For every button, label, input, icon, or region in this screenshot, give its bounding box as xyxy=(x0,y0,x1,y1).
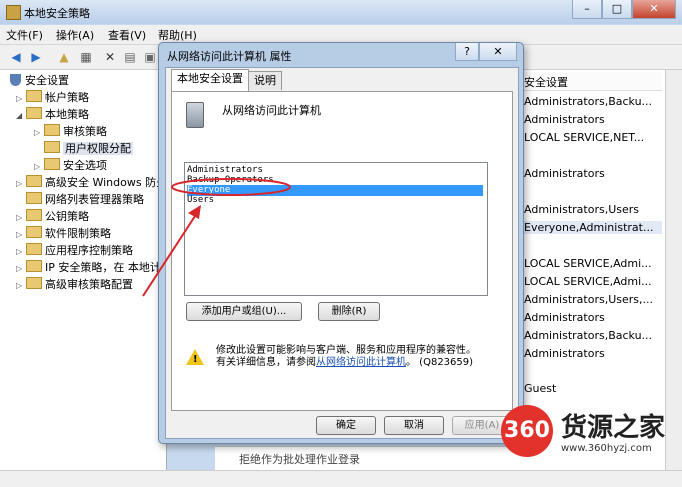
folder-icon xyxy=(26,90,42,102)
back-icon[interactable]: ◀ xyxy=(8,49,24,65)
table-row[interactable]: Guest xyxy=(524,382,556,395)
table-row[interactable]: Administrators xyxy=(524,347,605,360)
warning-text: 修改此设置可能影响与客户端、服务和应用程序的兼容性。 有关详细信息，请参阅从网络… xyxy=(216,345,476,368)
table-row[interactable]: Administrators,Users xyxy=(524,203,639,216)
dialog-title: 从网络访问此计算机 属性 xyxy=(167,50,292,63)
tree-item[interactable]: ▷ 审核策略 xyxy=(34,123,107,140)
folder-icon xyxy=(44,158,60,170)
title-bar: 本地安全策略 – □ ✕ xyxy=(0,0,682,24)
properties-dialog: 从网络访问此计算机 属性 ? ✕ 本地安全设置 说明 从网络访问此计算机 Adm… xyxy=(158,42,524,444)
menu-file[interactable]: 文件(F) xyxy=(6,27,43,43)
tree-item[interactable]: ▷ 帐户策略 xyxy=(16,89,89,106)
tree-item[interactable]: ▷ 公钥策略 xyxy=(16,208,89,225)
status-bar xyxy=(0,470,682,487)
tree-item[interactable]: ▷ 安全选项 xyxy=(34,157,107,174)
close-button[interactable]: ✕ xyxy=(632,0,676,19)
cancel-button[interactable]: 取消 xyxy=(384,416,444,435)
help-link[interactable]: 从网络访问此计算机 xyxy=(316,357,406,368)
remove-button[interactable]: 删除(R) xyxy=(318,302,380,321)
app-icon xyxy=(6,5,21,20)
tree-item[interactable]: ◢ 本地策略 xyxy=(16,106,89,123)
delete-icon[interactable]: ✕ xyxy=(102,49,118,65)
dialog-close-button[interactable]: ✕ xyxy=(479,43,517,61)
brand-url: www.360hyzj.com xyxy=(561,443,652,454)
table-row[interactable]: Administrators,Backu... xyxy=(524,95,652,108)
tree-item[interactable]: 网络列表管理器策略 xyxy=(16,191,144,208)
console-tree: 安全设置 ▷ 帐户策略 ◢ 本地策略 ▷ 审核策略 用户权限分配 ▷ 安全选项 ▷ 高级安… xyxy=(0,70,167,470)
table-row[interactable]: Administrators,Backu... xyxy=(524,329,652,342)
tree-item[interactable]: ▷ 高级审核策略配置 xyxy=(16,276,133,293)
column-header-security-setting[interactable]: 安全设置 xyxy=(520,72,662,91)
folder-icon xyxy=(26,175,42,187)
shield-icon xyxy=(10,74,21,86)
watermark-logo: 360 货源之家 www.360hyzj.com xyxy=(501,405,681,465)
add-user-button[interactable]: 添加用户或组(U)... xyxy=(186,302,302,321)
folder-icon xyxy=(26,226,42,238)
tree-item-user-rights[interactable]: 用户权限分配 xyxy=(34,140,133,157)
maximize-button[interactable]: □ xyxy=(602,0,632,19)
table-row[interactable]: LOCAL SERVICE,NET... xyxy=(524,131,644,144)
table-row-selected[interactable]: Everyone,Administrat... xyxy=(520,221,662,234)
tree-item[interactable]: ▷ 高级安全 Windows 防火 xyxy=(16,174,167,191)
brand-name: 货源之家 xyxy=(561,413,666,443)
menu-help[interactable]: 帮助(H) xyxy=(158,27,197,43)
dialog-body: 本地安全设置 说明 从网络访问此计算机 Administrators Backu… xyxy=(165,67,519,439)
dialog-help-button[interactable]: ? xyxy=(455,43,479,61)
tree-item[interactable]: ▷ IP 安全策略，在 本地计 xyxy=(16,259,161,276)
forward-icon[interactable]: ▶ xyxy=(28,49,44,65)
user-group-list[interactable]: Administrators Backup Operators Everyone… xyxy=(184,162,488,296)
table-row[interactable]: Administrators xyxy=(524,113,605,126)
menu-action[interactable]: 操作(A) xyxy=(56,27,94,43)
folder-icon xyxy=(26,243,42,255)
tab-panel: 从网络访问此计算机 Administrators Backup Operator… xyxy=(171,91,513,411)
tree-item[interactable]: ▷ 软件限制策略 xyxy=(16,225,111,242)
list-item[interactable]: Users xyxy=(187,195,483,206)
up-folder-icon[interactable]: ▲ xyxy=(56,49,72,65)
folder-icon xyxy=(26,260,42,272)
table-row[interactable]: Administrators,Users,... xyxy=(524,293,653,306)
ok-button[interactable]: 确定 xyxy=(316,416,376,435)
brand-logo-icon: 360 xyxy=(501,405,553,457)
folder-icon xyxy=(26,209,42,221)
folder-icon xyxy=(44,124,60,136)
policy-row-partial[interactable]: 拒绝作为批处理作业登录 xyxy=(215,446,520,471)
table-row[interactable]: Administrators xyxy=(524,167,605,180)
policy-name: 从网络访问此计算机 xyxy=(222,104,321,117)
tab-local-security-setting[interactable]: 本地安全设置 xyxy=(171,69,249,91)
window-title: 本地安全策略 xyxy=(24,7,90,20)
folder-icon xyxy=(26,277,42,289)
folder-icon xyxy=(26,107,42,119)
table-row[interactable]: LOCAL SERVICE,Admi... xyxy=(524,275,652,288)
export-icon[interactable]: ▣ xyxy=(142,49,158,65)
folder-icon xyxy=(44,141,60,153)
properties-icon[interactable]: ▤ xyxy=(122,49,138,65)
folder-icon xyxy=(26,192,42,204)
tree-item[interactable]: ▷ 应用程序控制策略 xyxy=(16,242,133,259)
server-icon xyxy=(186,102,204,128)
minimize-button[interactable]: – xyxy=(572,0,602,19)
menu-view[interactable]: 查看(V) xyxy=(108,27,146,43)
show-hide-tree-icon[interactable]: ▦ xyxy=(78,49,94,65)
tab-explain[interactable]: 说明 xyxy=(248,71,282,90)
tree-root[interactable]: 安全设置 xyxy=(10,72,69,89)
table-row[interactable]: LOCAL SERVICE,Admi... xyxy=(524,257,652,270)
table-row[interactable]: Administrators xyxy=(524,311,605,324)
